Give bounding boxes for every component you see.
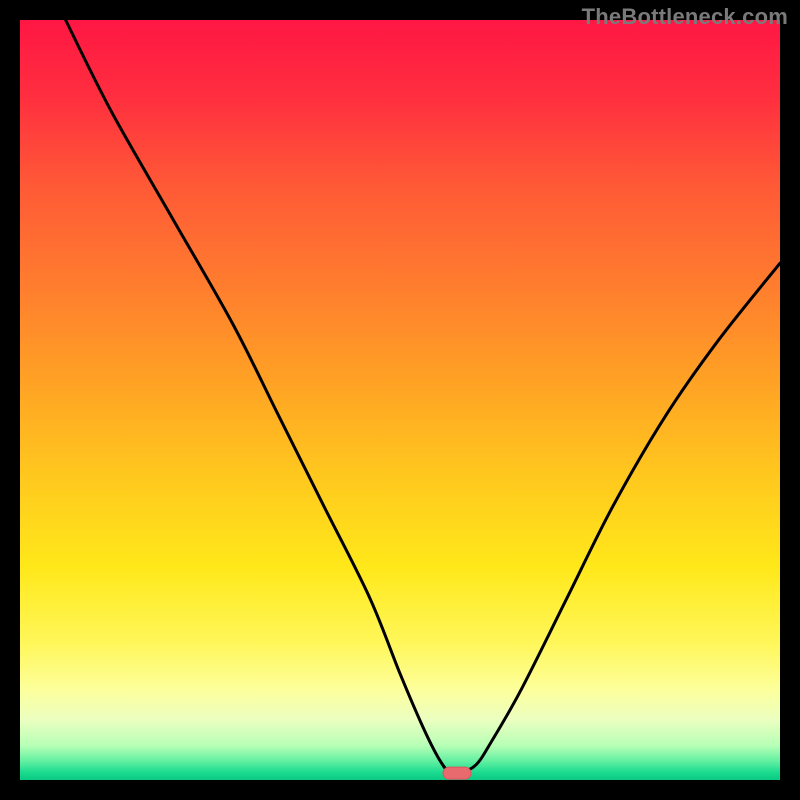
optimal-point-marker bbox=[443, 767, 471, 779]
chart-frame: TheBottleneck.com bbox=[0, 0, 800, 800]
plot-area bbox=[20, 20, 780, 780]
gradient-background bbox=[20, 20, 780, 780]
bottleneck-chart bbox=[20, 20, 780, 780]
watermark-text: TheBottleneck.com bbox=[582, 4, 788, 30]
